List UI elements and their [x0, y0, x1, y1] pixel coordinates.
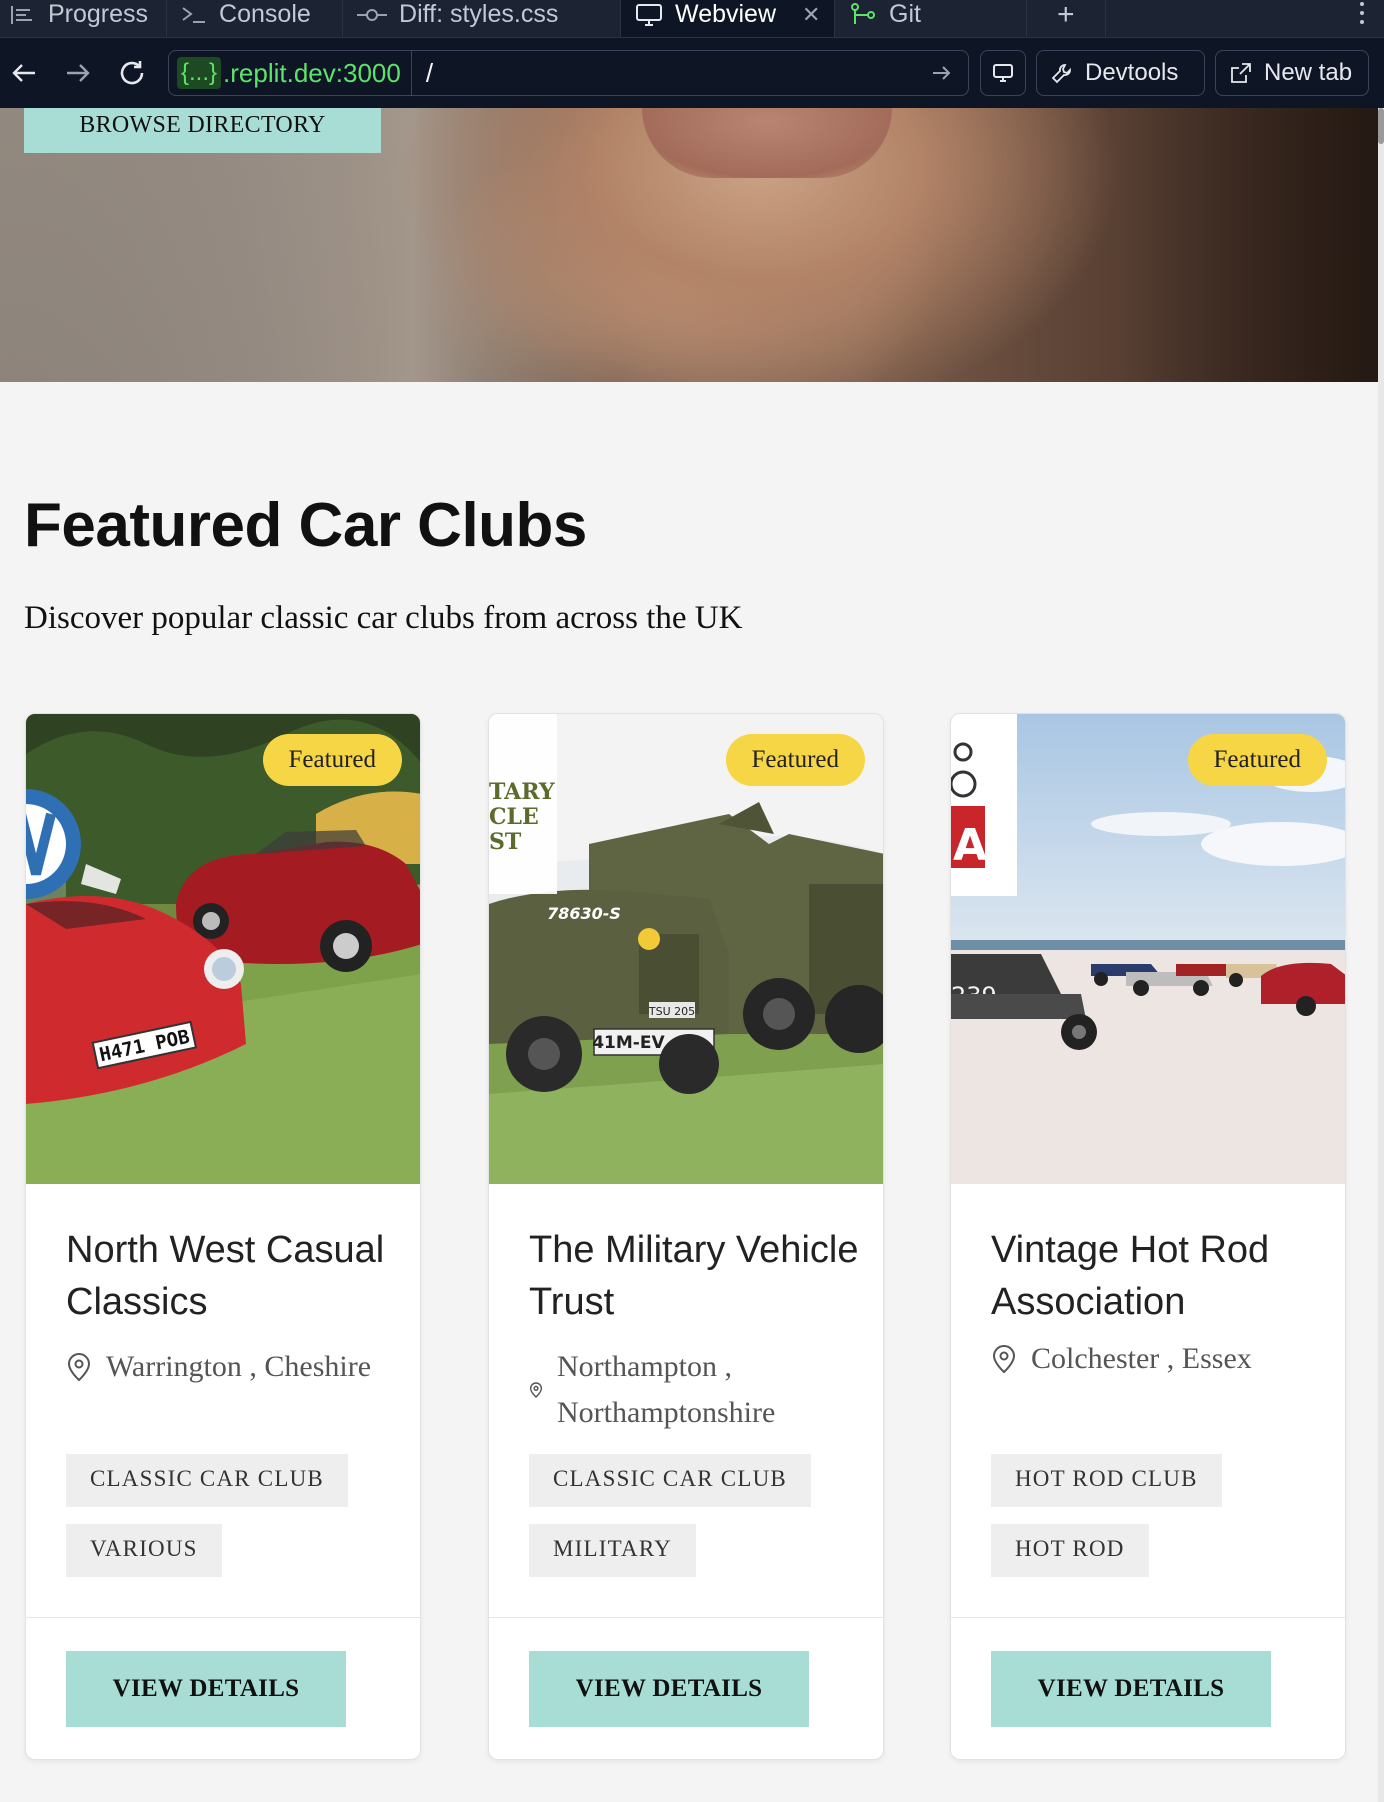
- tag: VARIOUS: [66, 1524, 222, 1577]
- club-tags: HOT ROD CLUB HOT ROD: [991, 1454, 1321, 1594]
- location-pin-icon: [529, 1382, 543, 1398]
- reload-icon: [120, 61, 144, 85]
- card-divider: [489, 1617, 883, 1618]
- club-location: Northampton , Northamptonshire: [529, 1344, 869, 1436]
- more-options-icon[interactable]: [1340, 0, 1384, 37]
- console-icon: [182, 6, 206, 23]
- section-subtitle: Discover popular classic car clubs from …: [24, 600, 743, 636]
- featured-badge: Featured: [725, 734, 865, 786]
- tab-label: Diff: styles.css: [399, 0, 559, 28]
- club-location: Warrington , Cheshire: [66, 1344, 406, 1390]
- tag: CLASSIC CAR CLUB: [66, 1454, 348, 1507]
- location-text: Colchester , Essex: [1031, 1342, 1252, 1375]
- club-location: Colchester , Essex: [991, 1336, 1331, 1382]
- monitor-icon: [993, 64, 1013, 82]
- club-name[interactable]: North West Casual Classics: [66, 1224, 396, 1328]
- wrench-icon: [1051, 64, 1071, 84]
- tab-diff[interactable]: Diff: styles.css: [343, 0, 622, 37]
- view-details-button[interactable]: VIEW DETAILS: [991, 1651, 1271, 1727]
- progress-icon: [11, 5, 32, 24]
- external-link-icon: [1231, 63, 1251, 83]
- featured-badge: Featured: [1187, 734, 1327, 786]
- tag: CLASSIC CAR CLUB: [529, 1454, 811, 1507]
- new-tab-button[interactable]: New tab: [1215, 50, 1369, 96]
- club-tags: CLASSIC CAR CLUB VARIOUS: [66, 1454, 396, 1594]
- tag: HOT ROD: [991, 1524, 1149, 1577]
- hero-chin-shape: [642, 108, 892, 178]
- view-details-button[interactable]: VIEW DETAILS: [529, 1651, 809, 1727]
- tab-label: Progress: [48, 0, 149, 28]
- logo-letter: A: [953, 820, 987, 871]
- arrow-right-icon: [67, 64, 90, 82]
- logo-text: ST: [489, 829, 522, 855]
- logo-text: CLE: [489, 804, 539, 830]
- location-text: Northampton , Northamptonshire: [557, 1350, 776, 1429]
- devtools-label: Devtools: [1085, 59, 1179, 86]
- hero-image: BROWSE DIRECTORY: [0, 108, 1378, 382]
- club-image: 239 A Featured: [951, 714, 1345, 1184]
- location-pin-icon: [992, 1345, 1016, 1374]
- device-toggle-button[interactable]: [980, 50, 1026, 96]
- vehicle-number: 78630-S: [547, 904, 621, 923]
- page-scrollbar[interactable]: [1378, 108, 1384, 1802]
- arrow-left-icon: [12, 64, 35, 82]
- tag: HOT ROD CLUB: [991, 1454, 1222, 1507]
- club-name[interactable]: Vintage Hot Rod Association: [991, 1224, 1321, 1328]
- url-host-text: .replit.dev:3000: [223, 57, 401, 88]
- diff-icon: [357, 8, 388, 21]
- club-card[interactable]: 41M-EV ★ TSU 205 78630-S TARY CLE ST Fea…: [488, 713, 884, 1760]
- new-tab-plus-button[interactable]: +: [1027, 0, 1106, 37]
- devtools-button[interactable]: Devtools: [1036, 50, 1205, 96]
- card-divider: [26, 1617, 420, 1618]
- view-details-button[interactable]: VIEW DETAILS: [66, 1651, 346, 1727]
- git-icon: [851, 2, 876, 24]
- club-image: 41M-EV ★ TSU 205 78630-S TARY CLE ST Fea…: [489, 714, 883, 1184]
- browser-toolbar: {...} .replit.dev:3000 / Devtools New ta…: [0, 38, 1384, 108]
- close-icon[interactable]: ✕: [802, 2, 820, 28]
- section-title: Featured Car Clubs: [24, 491, 587, 560]
- tab-git[interactable]: Git: [835, 0, 1028, 37]
- forward-button[interactable]: [56, 51, 100, 95]
- club-tags: CLASSIC CAR CLUB MILITARY: [529, 1454, 859, 1594]
- club-name[interactable]: The Military Vehicle Trust: [529, 1224, 859, 1328]
- hero-shade: [1118, 108, 1378, 382]
- club-card[interactable]: H471 POB Featured North West Casual Clas…: [25, 713, 421, 1760]
- browse-directory-button[interactable]: BROWSE DIRECTORY: [24, 108, 381, 153]
- tab-label: Webview: [675, 0, 777, 28]
- tab-label: Git: [889, 0, 921, 28]
- club-image: H471 POB Featured: [26, 714, 420, 1184]
- plus-icon: +: [1057, 0, 1075, 31]
- tab-console[interactable]: Console: [167, 0, 344, 37]
- reload-button[interactable]: [110, 51, 154, 95]
- vehicle-plate: TSU 205: [648, 1005, 695, 1018]
- url-field[interactable]: {...} .replit.dev:3000 /: [168, 50, 969, 96]
- tab-label: Console: [219, 0, 311, 28]
- card-divider: [951, 1617, 1345, 1618]
- logo-text: TARY: [489, 779, 555, 805]
- monitor-icon: [636, 3, 663, 26]
- back-button[interactable]: [2, 51, 46, 95]
- go-arrow-icon[interactable]: [932, 64, 952, 82]
- featured-badge: Featured: [262, 734, 402, 786]
- url-host: {...} .replit.dev:3000: [169, 51, 412, 95]
- scrollbar-thumb[interactable]: [1378, 108, 1384, 144]
- location-text: Warrington , Cheshire: [106, 1350, 372, 1383]
- club-card[interactable]: 239 A Featured Vintage Hot Rod Associati…: [950, 713, 1346, 1760]
- tab-progress[interactable]: Progress: [0, 0, 168, 37]
- url-badge: {...}: [177, 57, 222, 89]
- new-tab-label: New tab: [1264, 59, 1353, 86]
- url-path[interactable]: /: [426, 58, 433, 89]
- location-pin-icon: [67, 1353, 91, 1382]
- tab-webview[interactable]: Webview ✕: [621, 0, 836, 37]
- ide-tab-bar: Progress Console Diff: styles.css Webvie…: [0, 0, 1384, 38]
- tag: MILITARY: [529, 1524, 696, 1577]
